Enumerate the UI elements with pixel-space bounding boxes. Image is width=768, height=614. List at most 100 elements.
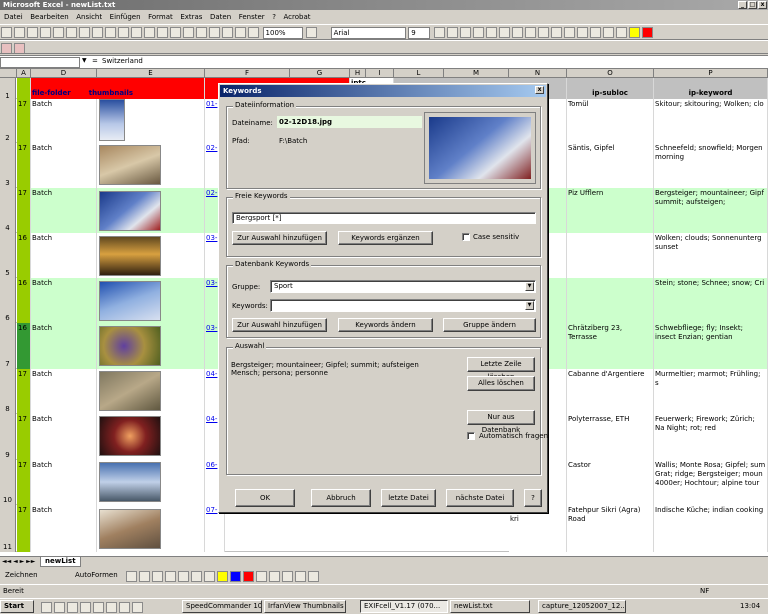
ok-button[interactable]: OK xyxy=(235,489,295,507)
paste-icon[interactable] xyxy=(105,27,116,38)
autosum-icon[interactable] xyxy=(170,27,181,38)
cell-keyword[interactable]: Skitour; skitouring; Wolken; clo xyxy=(654,99,768,143)
complete-keywords-button[interactable]: Keywords ergänzen xyxy=(338,231,433,245)
wordart-icon[interactable] xyxy=(191,571,202,582)
quicklaunch-icon[interactable] xyxy=(106,602,117,613)
row-number[interactable]: 1 xyxy=(0,78,16,100)
cell-subloc[interactable] xyxy=(567,233,654,278)
quicklaunch-icon[interactable] xyxy=(80,602,91,613)
indent-dec-icon[interactable] xyxy=(589,27,601,38)
cell-a[interactable]: 17 xyxy=(17,99,31,143)
cell-subloc[interactable]: Tomül xyxy=(567,99,654,143)
chevron-down-icon[interactable]: ▼ xyxy=(525,301,534,310)
format-painter-icon[interactable] xyxy=(118,27,129,38)
header-cell-a[interactable] xyxy=(17,78,31,99)
borders-icon[interactable] xyxy=(615,27,627,38)
taskbar-item[interactable]: capture_12052007_12... xyxy=(538,600,626,613)
align-left-icon[interactable] xyxy=(472,27,484,38)
header-cell-filefolder[interactable]: file-folder thumbnails xyxy=(31,78,205,99)
cell-d[interactable]: Batch xyxy=(31,188,97,233)
quicklaunch-icon[interactable] xyxy=(93,602,104,613)
tab-scroll-icon[interactable]: ◄◄ ◄ ► ►► xyxy=(2,558,35,565)
cell-d[interactable]: Batch xyxy=(31,99,97,143)
help-button[interactable]: ? xyxy=(524,489,542,507)
chart-icon[interactable] xyxy=(222,27,233,38)
drawing-icon[interactable] xyxy=(248,27,259,38)
delete-all-button[interactable]: Alles löschen xyxy=(467,376,535,391)
minimize-icon[interactable]: _ xyxy=(738,1,747,9)
column-header-l[interactable]: L xyxy=(394,69,444,78)
thumbnail-image[interactable] xyxy=(99,326,161,366)
cell-d[interactable]: Batch xyxy=(31,369,97,414)
italic-icon[interactable] xyxy=(446,27,458,38)
add-to-selection-button[interactable]: Zur Auswahl hinzufügen xyxy=(232,231,327,245)
cell-keyword[interactable]: Wolken; clouds; Sonnenunterg sunset xyxy=(654,233,768,278)
underline-icon[interactable] xyxy=(459,27,471,38)
open-icon[interactable] xyxy=(14,27,25,38)
clipart-icon[interactable] xyxy=(204,571,215,582)
menu-edit[interactable]: Bearbeiten xyxy=(30,13,68,21)
cell-keyword[interactable]: Stein; stone; Schnee; snow; Cri xyxy=(654,278,768,323)
taskbar-item[interactable]: newList.txt xyxy=(450,600,530,613)
cell-keyword[interactable]: Murmeltier; marmot; Frühling; s xyxy=(654,369,768,414)
cell-a[interactable]: 17 xyxy=(17,369,31,414)
font-select[interactable]: Arial xyxy=(330,27,406,39)
align-center-icon[interactable] xyxy=(485,27,497,38)
cut-icon[interactable] xyxy=(79,27,90,38)
thumbnail-image[interactable] xyxy=(99,371,161,411)
cell-a[interactable]: 17 xyxy=(17,143,31,188)
change-keywords-button[interactable]: Keywords ändern xyxy=(338,318,433,332)
cell-keyword[interactable]: Wallis; Monte Rosa; Gipfel; sum Grat; ri… xyxy=(654,460,768,505)
cell-d[interactable]: Batch xyxy=(31,233,97,278)
sheet-tab-newlist[interactable]: newList xyxy=(40,557,81,567)
chevron-down-icon[interactable]: ▼ xyxy=(525,282,534,291)
row-number[interactable]: 4 xyxy=(0,188,16,233)
row-number[interactable]: 9 xyxy=(0,414,16,460)
cell-subloc[interactable]: Piz Ufflern xyxy=(567,188,654,233)
column-header-g[interactable]: G xyxy=(290,69,350,78)
cell-subloc[interactable]: Castor xyxy=(567,460,654,505)
column-header-n[interactable]: N xyxy=(509,69,567,78)
cell-d[interactable]: Batch xyxy=(31,323,97,369)
cell-keyword[interactable]: Indische Küche; indian cooking xyxy=(654,505,768,552)
decimal-dec-icon[interactable] xyxy=(576,27,588,38)
decimal-inc-icon[interactable] xyxy=(563,27,575,38)
menu-help[interactable]: ? xyxy=(272,13,276,21)
zoom-select[interactable]: 100% xyxy=(262,27,303,39)
column-header-i[interactable]: I xyxy=(366,69,394,78)
case-sensitive-checkbox[interactable] xyxy=(462,233,470,241)
cell-a[interactable]: 17 xyxy=(17,188,31,233)
change-group-button[interactable]: Gruppe ändern xyxy=(443,318,536,332)
arrow-style-icon[interactable] xyxy=(282,571,293,582)
add-db-to-selection-button[interactable]: Zur Auswahl hinzufügen xyxy=(232,318,327,332)
cell-a[interactable]: 17 xyxy=(17,460,31,505)
rectangle-icon[interactable] xyxy=(152,571,163,582)
row-number[interactable]: 3 xyxy=(0,143,16,188)
dash-style-icon[interactable] xyxy=(269,571,280,582)
thumbnail-image[interactable] xyxy=(99,191,161,231)
pdf-mail-icon[interactable] xyxy=(14,43,25,53)
thumbnail-image[interactable] xyxy=(99,281,161,321)
redo-icon[interactable] xyxy=(144,27,155,38)
undo-icon[interactable] xyxy=(131,27,142,38)
cell-d[interactable]: Batch xyxy=(31,143,97,188)
row-number[interactable]: 10 xyxy=(0,460,16,505)
menu-data[interactable]: Daten xyxy=(210,13,231,21)
row-number[interactable]: 5 xyxy=(0,233,16,278)
cell-a[interactable]: 16 xyxy=(17,233,31,278)
cell-keyword[interactable]: Schneefeld; snowfield; Morgen morning xyxy=(654,143,768,188)
quicklaunch-icon[interactable] xyxy=(119,602,130,613)
column-header-m[interactable]: M xyxy=(444,69,509,78)
column-header-o[interactable]: O xyxy=(567,69,654,78)
line-icon[interactable] xyxy=(126,571,137,582)
print-icon[interactable] xyxy=(40,27,51,38)
cell-d[interactable]: Batch xyxy=(31,460,97,505)
cell-a[interactable]: 17 xyxy=(17,414,31,460)
hyperlink-icon[interactable] xyxy=(157,27,168,38)
header-cell-keyword[interactable]: ip-keyword xyxy=(654,78,768,99)
column-header-h[interactable]: H xyxy=(350,69,366,78)
cell-subloc[interactable]: Chrätziberg 23, Terrasse xyxy=(567,323,654,369)
thousands-icon[interactable] xyxy=(550,27,562,38)
formula-input[interactable]: Switzerland xyxy=(102,57,143,65)
close-icon[interactable]: x xyxy=(758,1,767,9)
